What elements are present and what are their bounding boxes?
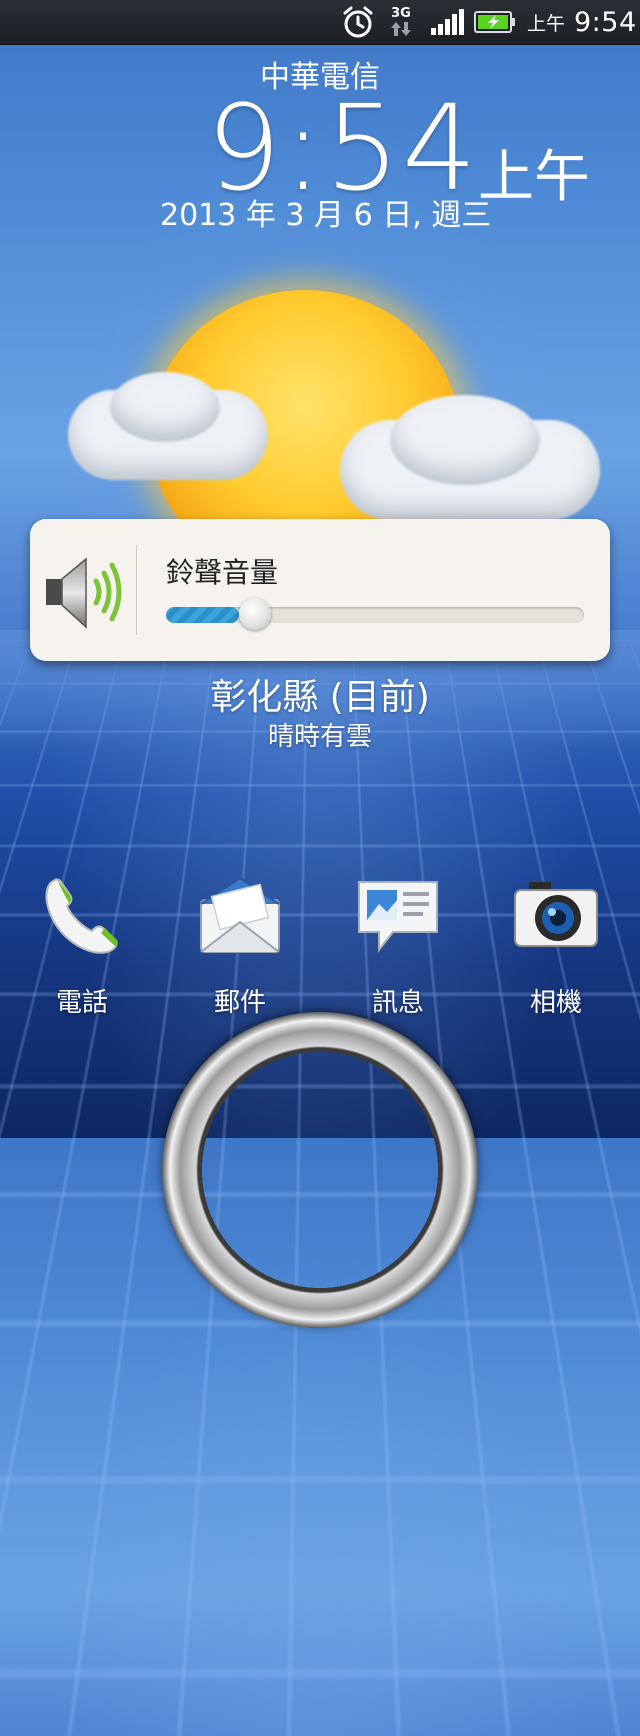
lockscreen-ampm: 上午 xyxy=(478,145,590,210)
speaker-icon xyxy=(42,553,126,637)
unlock-ring[interactable] xyxy=(162,1012,478,1328)
shortcut-messages-label: 訊息 xyxy=(371,988,424,1018)
network-3g-icon: 3G xyxy=(388,0,414,44)
shortcut-mail-label: 郵件 xyxy=(213,988,266,1018)
status-bar: 3G 上午 9:54 xyxy=(0,0,640,45)
status-time: 9:54 xyxy=(574,6,637,38)
volume-panel-divider xyxy=(136,545,137,635)
weather-location: 彰化縣 (目前) xyxy=(210,677,430,718)
volume-title: 鈴聲音量 xyxy=(166,556,279,589)
lockscreen-date: 2013 年 3 月 6 日, 週三 xyxy=(160,198,492,233)
phone-icon xyxy=(37,870,127,960)
slider-fill xyxy=(166,607,239,623)
cloud-left-puff xyxy=(110,372,220,442)
shortcut-messages[interactable]: 訊息 xyxy=(338,870,458,1020)
shortcut-camera-label: 相機 xyxy=(529,988,582,1018)
ringer-volume-panel: 鈴聲音量 xyxy=(30,519,610,661)
ringer-volume-slider[interactable] xyxy=(166,598,584,630)
shortcut-phone-label: 電話 xyxy=(55,988,108,1018)
cloud-right-puff xyxy=(390,395,540,485)
battery-charging-icon xyxy=(474,0,516,44)
status-ampm: 上午 xyxy=(527,12,566,35)
messages-icon xyxy=(353,870,443,960)
data-arrows-icon xyxy=(391,21,411,36)
signal-strength-icon xyxy=(430,0,466,44)
network-type-label: 3G xyxy=(391,5,411,21)
camera-icon xyxy=(511,870,601,960)
weather-condition: 晴時有雲 xyxy=(267,722,372,752)
mail-icon xyxy=(195,870,285,960)
shortcut-mail[interactable]: 郵件 xyxy=(180,870,300,1020)
alarm-clock-icon xyxy=(340,0,376,44)
slider-thumb[interactable] xyxy=(239,598,271,630)
shortcut-camera[interactable]: 相機 xyxy=(496,870,616,1020)
shortcut-phone[interactable]: 電話 xyxy=(22,870,142,1020)
